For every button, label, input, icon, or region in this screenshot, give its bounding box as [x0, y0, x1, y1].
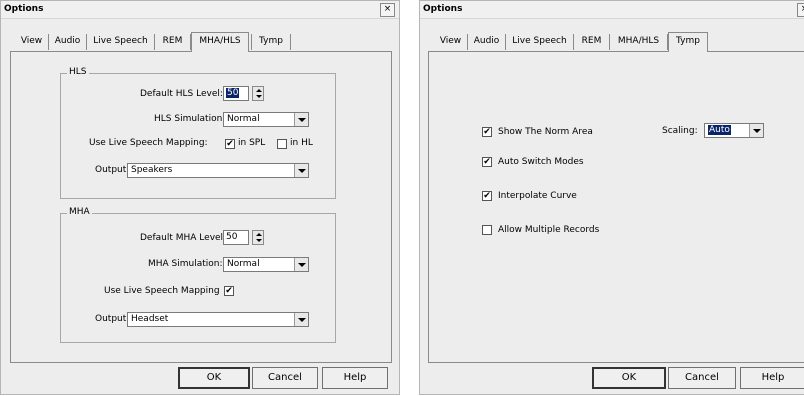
- help-button[interactable]: Help: [322, 367, 388, 389]
- tab-tymp[interactable]: Tymp: [668, 32, 708, 52]
- mha-level-spinner[interactable]: [252, 230, 264, 245]
- chevron-down-icon: [294, 258, 308, 271]
- chevron-down-icon: [294, 113, 308, 126]
- allow-multiple-checkbox[interactable]: [482, 225, 492, 235]
- tab-rem[interactable]: REM: [574, 34, 610, 50]
- tab-mha-hls[interactable]: MHA/HLS: [191, 32, 249, 52]
- cancel-button[interactable]: Cancel: [252, 367, 318, 389]
- in-spl-checkbox[interactable]: ✔: [225, 139, 235, 149]
- mha-level-input[interactable]: 50: [223, 230, 249, 245]
- hls-output-label: Output:: [95, 165, 130, 175]
- scaling-label: Scaling:: [662, 126, 698, 136]
- hls-legend: HLS: [67, 67, 89, 77]
- close-button[interactable]: ×: [797, 3, 804, 17]
- interpolate-checkbox[interactable]: ✔: [482, 191, 492, 201]
- mha-output-dropdown[interactable]: Headset: [127, 312, 309, 327]
- tab-view[interactable]: View: [434, 34, 468, 50]
- hls-simulation-label: HLS Simulation:: [154, 114, 226, 124]
- mha-legend: MHA: [67, 207, 92, 217]
- mha-mapping-label: Use Live Speech Mapping: [104, 286, 220, 296]
- mha-level-label: Default MHA Level:: [140, 233, 227, 243]
- chevron-down-icon: [294, 164, 308, 177]
- tab-panel: ✔ Show The Norm Area Scaling: Auto ✔ Aut…: [428, 51, 804, 363]
- show-norm-label: Show The Norm Area: [498, 127, 593, 137]
- hls-mapping-label: Use Live Speech Mapping:: [89, 138, 208, 148]
- in-hl-label: in HL: [290, 138, 313, 148]
- chevron-down-icon: [749, 124, 763, 137]
- auto-switch-label: Auto Switch Modes: [498, 157, 584, 167]
- tab-tymp[interactable]: Tymp: [251, 34, 291, 50]
- auto-switch-checkbox[interactable]: ✔: [482, 157, 492, 167]
- title-bar: Options ×: [1, 1, 399, 19]
- hls-output-dropdown[interactable]: Speakers: [127, 163, 309, 178]
- interpolate-label: Interpolate Curve: [498, 191, 577, 201]
- hls-simulation-dropdown[interactable]: Normal: [223, 112, 309, 127]
- chevron-down-icon: [294, 313, 308, 326]
- tab-view[interactable]: View: [15, 34, 49, 50]
- mha-mapping-checkbox[interactable]: ✔: [224, 286, 234, 296]
- close-button[interactable]: ×: [380, 3, 395, 17]
- tab-audio[interactable]: Audio: [468, 34, 506, 50]
- tab-mha-hls[interactable]: MHA/HLS: [610, 34, 668, 50]
- help-button[interactable]: Help: [740, 367, 804, 389]
- options-dialog-left: Options × View Audio Live Speech REM MHA…: [0, 0, 400, 395]
- scaling-dropdown[interactable]: Auto: [704, 123, 764, 138]
- options-dialog-right: Options × View Audio Live Speech REM MHA…: [419, 0, 804, 395]
- hls-level-input[interactable]: 50: [223, 86, 249, 101]
- cancel-button[interactable]: Cancel: [668, 367, 736, 389]
- title-bar: Options ×: [420, 1, 804, 19]
- tab-audio[interactable]: Audio: [49, 34, 87, 50]
- hls-level-spinner[interactable]: [252, 86, 264, 101]
- tab-rem[interactable]: REM: [155, 34, 191, 50]
- ok-button[interactable]: OK: [178, 367, 250, 389]
- in-hl-checkbox[interactable]: [277, 139, 287, 149]
- allow-multiple-label: Allow Multiple Records: [498, 225, 600, 235]
- hls-level-label: Default HLS Level:: [140, 89, 223, 99]
- mha-group: MHA Default MHA Level: 50 MHA Simulation…: [60, 207, 336, 343]
- mha-output-label: Output:: [95, 314, 130, 324]
- hls-group: HLS Default HLS Level: 50 HLS Simulation…: [60, 67, 336, 199]
- dialog-title: Options: [4, 4, 44, 14]
- tab-panel: HLS Default HLS Level: 50 HLS Simulation…: [10, 51, 392, 363]
- ok-button[interactable]: OK: [592, 367, 666, 389]
- dialog-title: Options: [423, 4, 463, 14]
- mha-simulation-label: MHA Simulation:: [148, 259, 223, 269]
- tab-live-speech[interactable]: Live Speech: [506, 34, 574, 50]
- tab-live-speech[interactable]: Live Speech: [87, 34, 155, 50]
- mha-simulation-dropdown[interactable]: Normal: [223, 257, 309, 272]
- show-norm-checkbox[interactable]: ✔: [482, 127, 492, 137]
- in-spl-label: in SPL: [238, 138, 266, 148]
